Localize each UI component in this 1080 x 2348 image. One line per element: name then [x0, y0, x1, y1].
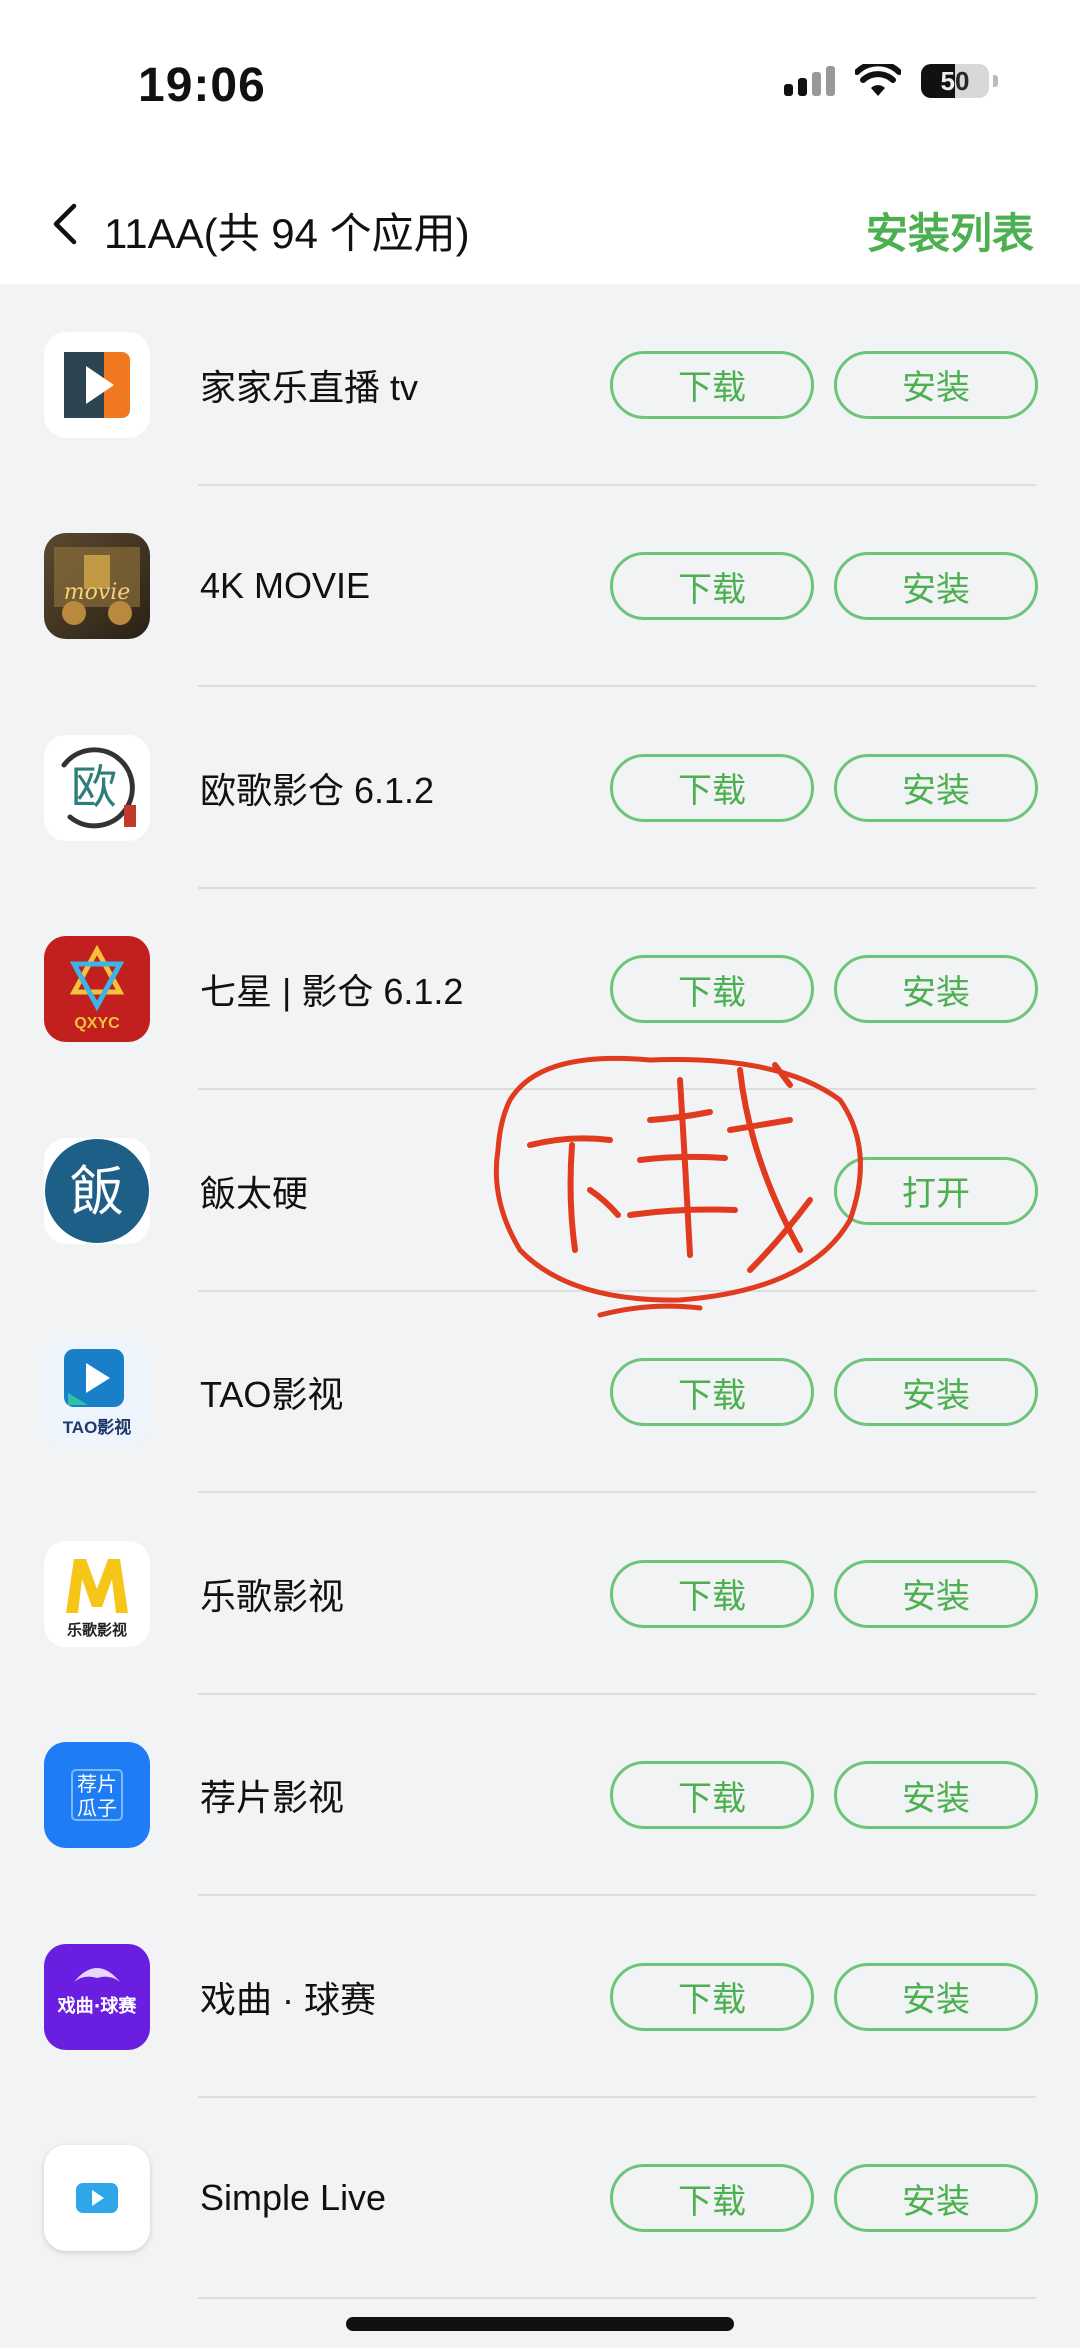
list-item: 荐片 瓜子 荐片影视 下载 安装 [0, 1695, 1080, 1896]
svg-text:荐片: 荐片 [77, 1772, 117, 1796]
install-button[interactable]: 安装 [834, 2164, 1038, 2233]
home-indicator [346, 2317, 734, 2331]
download-button[interactable]: 下载 [610, 2164, 814, 2233]
download-button[interactable]: 下载 [610, 1559, 814, 1628]
app-name: TAO影视 [200, 1374, 344, 1416]
list-item: 飯 飯太硬 打开 [0, 1090, 1080, 1292]
install-button[interactable]: 安装 [834, 350, 1038, 419]
page-title: 11AA(共 94 个应用) [104, 210, 470, 257]
chevron-left-icon[interactable] [44, 200, 92, 248]
list-item: 乐歌影视 乐歌影视 下载 安装 [0, 1493, 1080, 1695]
svg-text:movie: movie [64, 580, 131, 605]
list-item: Simple Live 下载 安装 [0, 2098, 1080, 2299]
download-button[interactable]: 下载 [610, 1358, 814, 1427]
app-name: 家家乐直播 tv [200, 366, 419, 408]
install-button[interactable]: 安装 [834, 552, 1038, 621]
install-list-link[interactable]: 安装列表 [866, 200, 1034, 261]
list-item: TAO影视 TAO影视 下载 安装 [0, 1292, 1080, 1493]
download-button[interactable]: 下载 [610, 1761, 814, 1830]
open-button[interactable]: 打开 [834, 1156, 1038, 1225]
list-item: movie 4K MOVIE 下载 安装 [0, 486, 1080, 687]
app-name: 七星 | 影仓 6.1.2 [200, 971, 464, 1013]
list-item: QXYC 七星 | 影仓 6.1.2 下载 安装 [0, 889, 1080, 1090]
install-button[interactable]: 安装 [834, 1761, 1038, 1830]
nav-bar: 11AA(共 94 个应用) 安装列表 [0, 180, 1080, 284]
app-name: 荐片影视 [200, 1777, 345, 1819]
fan-icon-text: 飯 [70, 1160, 124, 1223]
app-name: 欧歌影仓 6.1.2 [200, 769, 435, 811]
install-button[interactable]: 安装 [834, 1559, 1038, 1628]
download-button[interactable]: 下载 [610, 955, 814, 1024]
divider [198, 2297, 1036, 2299]
status-time: 19:06 [138, 59, 266, 112]
install-button[interactable]: 安装 [834, 1962, 1038, 2031]
app-name: 戏曲 · 球赛 [200, 1978, 376, 2020]
wifi-icon [855, 64, 901, 96]
opera-icon-text: 戏曲·球赛 [57, 1995, 138, 2017]
status-bar: 19:06 50 [0, 0, 1080, 180]
app-name: 乐歌影视 [200, 1575, 345, 1617]
install-button[interactable]: 安装 [834, 753, 1038, 822]
lege-icon[interactable]: 乐歌影视 [44, 1540, 150, 1647]
list-item: 家家乐直播 tv 下载 安装 [0, 284, 1080, 486]
install-button[interactable]: 安装 [834, 1358, 1038, 1427]
download-button[interactable]: 下载 [610, 753, 814, 822]
app-name: Simple Live [200, 2177, 387, 2219]
play-icon[interactable] [44, 331, 150, 438]
star-icon-text: QXYC [74, 1015, 120, 1032]
tao-icon[interactable]: TAO影视 [44, 1339, 150, 1446]
download-button[interactable]: 下载 [610, 552, 814, 621]
star-icon[interactable]: QXYC [44, 936, 150, 1043]
download-button[interactable]: 下载 [610, 1962, 814, 2031]
movie-icon[interactable]: movie [44, 533, 150, 640]
install-button[interactable]: 安装 [834, 955, 1038, 1024]
opera-icon[interactable]: 戏曲·球赛 [44, 1943, 150, 2050]
ouge-icon[interactable]: 欧 [44, 734, 150, 841]
app-name: 飯太硬 [200, 1172, 309, 1214]
download-button[interactable]: 下载 [610, 350, 814, 419]
battery-level: 50 [940, 65, 970, 96]
jianpian-icon[interactable]: 荐片 瓜子 [44, 1742, 150, 1849]
battery-icon: 50 [921, 64, 989, 98]
app-name: 4K MOVIE [200, 565, 371, 607]
simple-live-icon[interactable] [44, 2145, 150, 2252]
svg-text:瓜子: 瓜子 [77, 1796, 117, 1820]
app-list: 家家乐直播 tv 下载 安装 movie 4K MOVIE 下载 安装 欧 欧歌… [0, 284, 1080, 2299]
tao-icon-text: TAO影视 [63, 1417, 132, 1437]
cellular-signal-icon [784, 66, 835, 96]
list-item: 戏曲·球赛 戏曲 · 球赛 下载 安装 [0, 1896, 1080, 2098]
fan-icon[interactable]: 飯 [44, 1137, 150, 1244]
lege-icon-text: 乐歌影视 [67, 1621, 127, 1639]
list-item: 欧 欧歌影仓 6.1.2 下载 安装 [0, 687, 1080, 889]
status-icons: 50 [784, 64, 998, 98]
ouge-icon-text: 欧 [71, 760, 117, 814]
